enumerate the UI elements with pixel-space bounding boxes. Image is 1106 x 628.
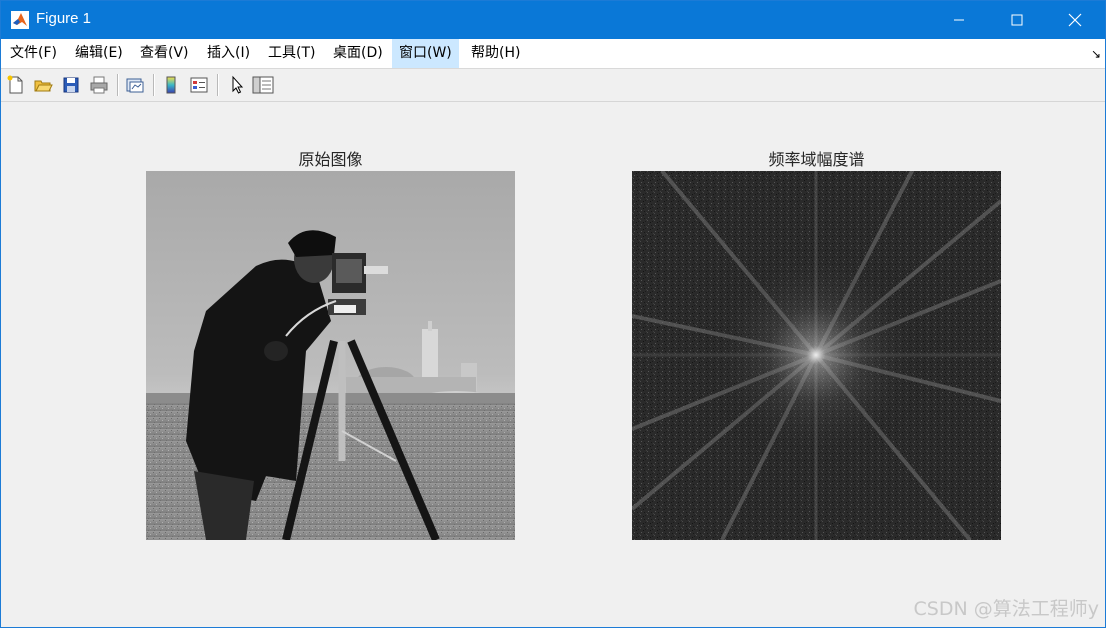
menu-bar: 文件(F) 编辑(E) 查看(V) 插入(I) 工具(T) 桌面(D) 窗口(W…	[1, 39, 1105, 69]
print-icon	[90, 76, 108, 94]
new-figure-button[interactable]	[4, 73, 28, 97]
toolbar-separator	[117, 74, 119, 96]
property-inspector-icon	[252, 76, 274, 94]
print-button[interactable]	[87, 73, 111, 97]
menu-tools[interactable]: 工具(T)	[261, 39, 322, 68]
close-button[interactable]	[1046, 1, 1104, 39]
figure-window: Figure 1 文件(F) 编辑(E) 查看(V) 插入(I) 工具(T) 桌…	[0, 0, 1106, 628]
menu-window[interactable]: 窗口(W)	[392, 39, 459, 68]
menu-edit[interactable]: 编辑(E)	[68, 39, 130, 68]
toolbar-separator	[217, 74, 219, 96]
open-file-icon	[34, 80, 53, 92]
maximize-icon	[1011, 14, 1023, 26]
axes-title-original: 原始图像	[298, 150, 363, 169]
minimize-icon	[954, 19, 964, 21]
colorbar-button[interactable]	[159, 73, 183, 97]
link-plot-button[interactable]	[123, 73, 147, 97]
fft-spectrum	[632, 171, 1001, 540]
axes-title-spectrum: 频率域幅度谱	[768, 150, 865, 169]
legend-icon	[190, 77, 208, 93]
colorbar-icon	[166, 76, 176, 94]
menu-insert[interactable]: 插入(I)	[200, 39, 257, 68]
close-icon	[1068, 13, 1082, 27]
watermark-text: CSDN @算法工程师y	[913, 598, 1099, 620]
save-icon	[63, 77, 79, 93]
cameraman-photo	[146, 171, 515, 540]
link-plot-icon	[126, 78, 144, 93]
menu-dock-arrow-icon[interactable]: ↘	[1091, 47, 1101, 61]
spectrum-image[interactable]	[632, 171, 1001, 540]
matlab-logo-icon	[11, 11, 29, 29]
menu-view[interactable]: 查看(V)	[133, 39, 196, 68]
figure-toolbar	[1, 69, 1105, 102]
open-file-button[interactable]	[31, 73, 55, 97]
toolbar-separator	[153, 74, 155, 96]
legend-button[interactable]	[187, 73, 211, 97]
window-title: Figure 1	[36, 10, 92, 27]
edit-plot-button[interactable]	[225, 73, 249, 97]
title-bar[interactable]: Figure 1	[1, 1, 1105, 39]
edit-plot-arrow-icon	[232, 75, 244, 94]
menu-file[interactable]: 文件(F)	[3, 39, 64, 68]
minimize-button[interactable]	[930, 1, 988, 39]
save-button[interactable]	[59, 73, 83, 97]
menu-desktop[interactable]: 桌面(D)	[326, 39, 390, 68]
new-figure-icon	[7, 75, 23, 94]
original-image[interactable]	[146, 171, 515, 540]
maximize-button[interactable]	[988, 1, 1046, 39]
menu-help[interactable]: 帮助(H)	[464, 39, 527, 68]
property-inspector-button[interactable]	[251, 73, 275, 97]
